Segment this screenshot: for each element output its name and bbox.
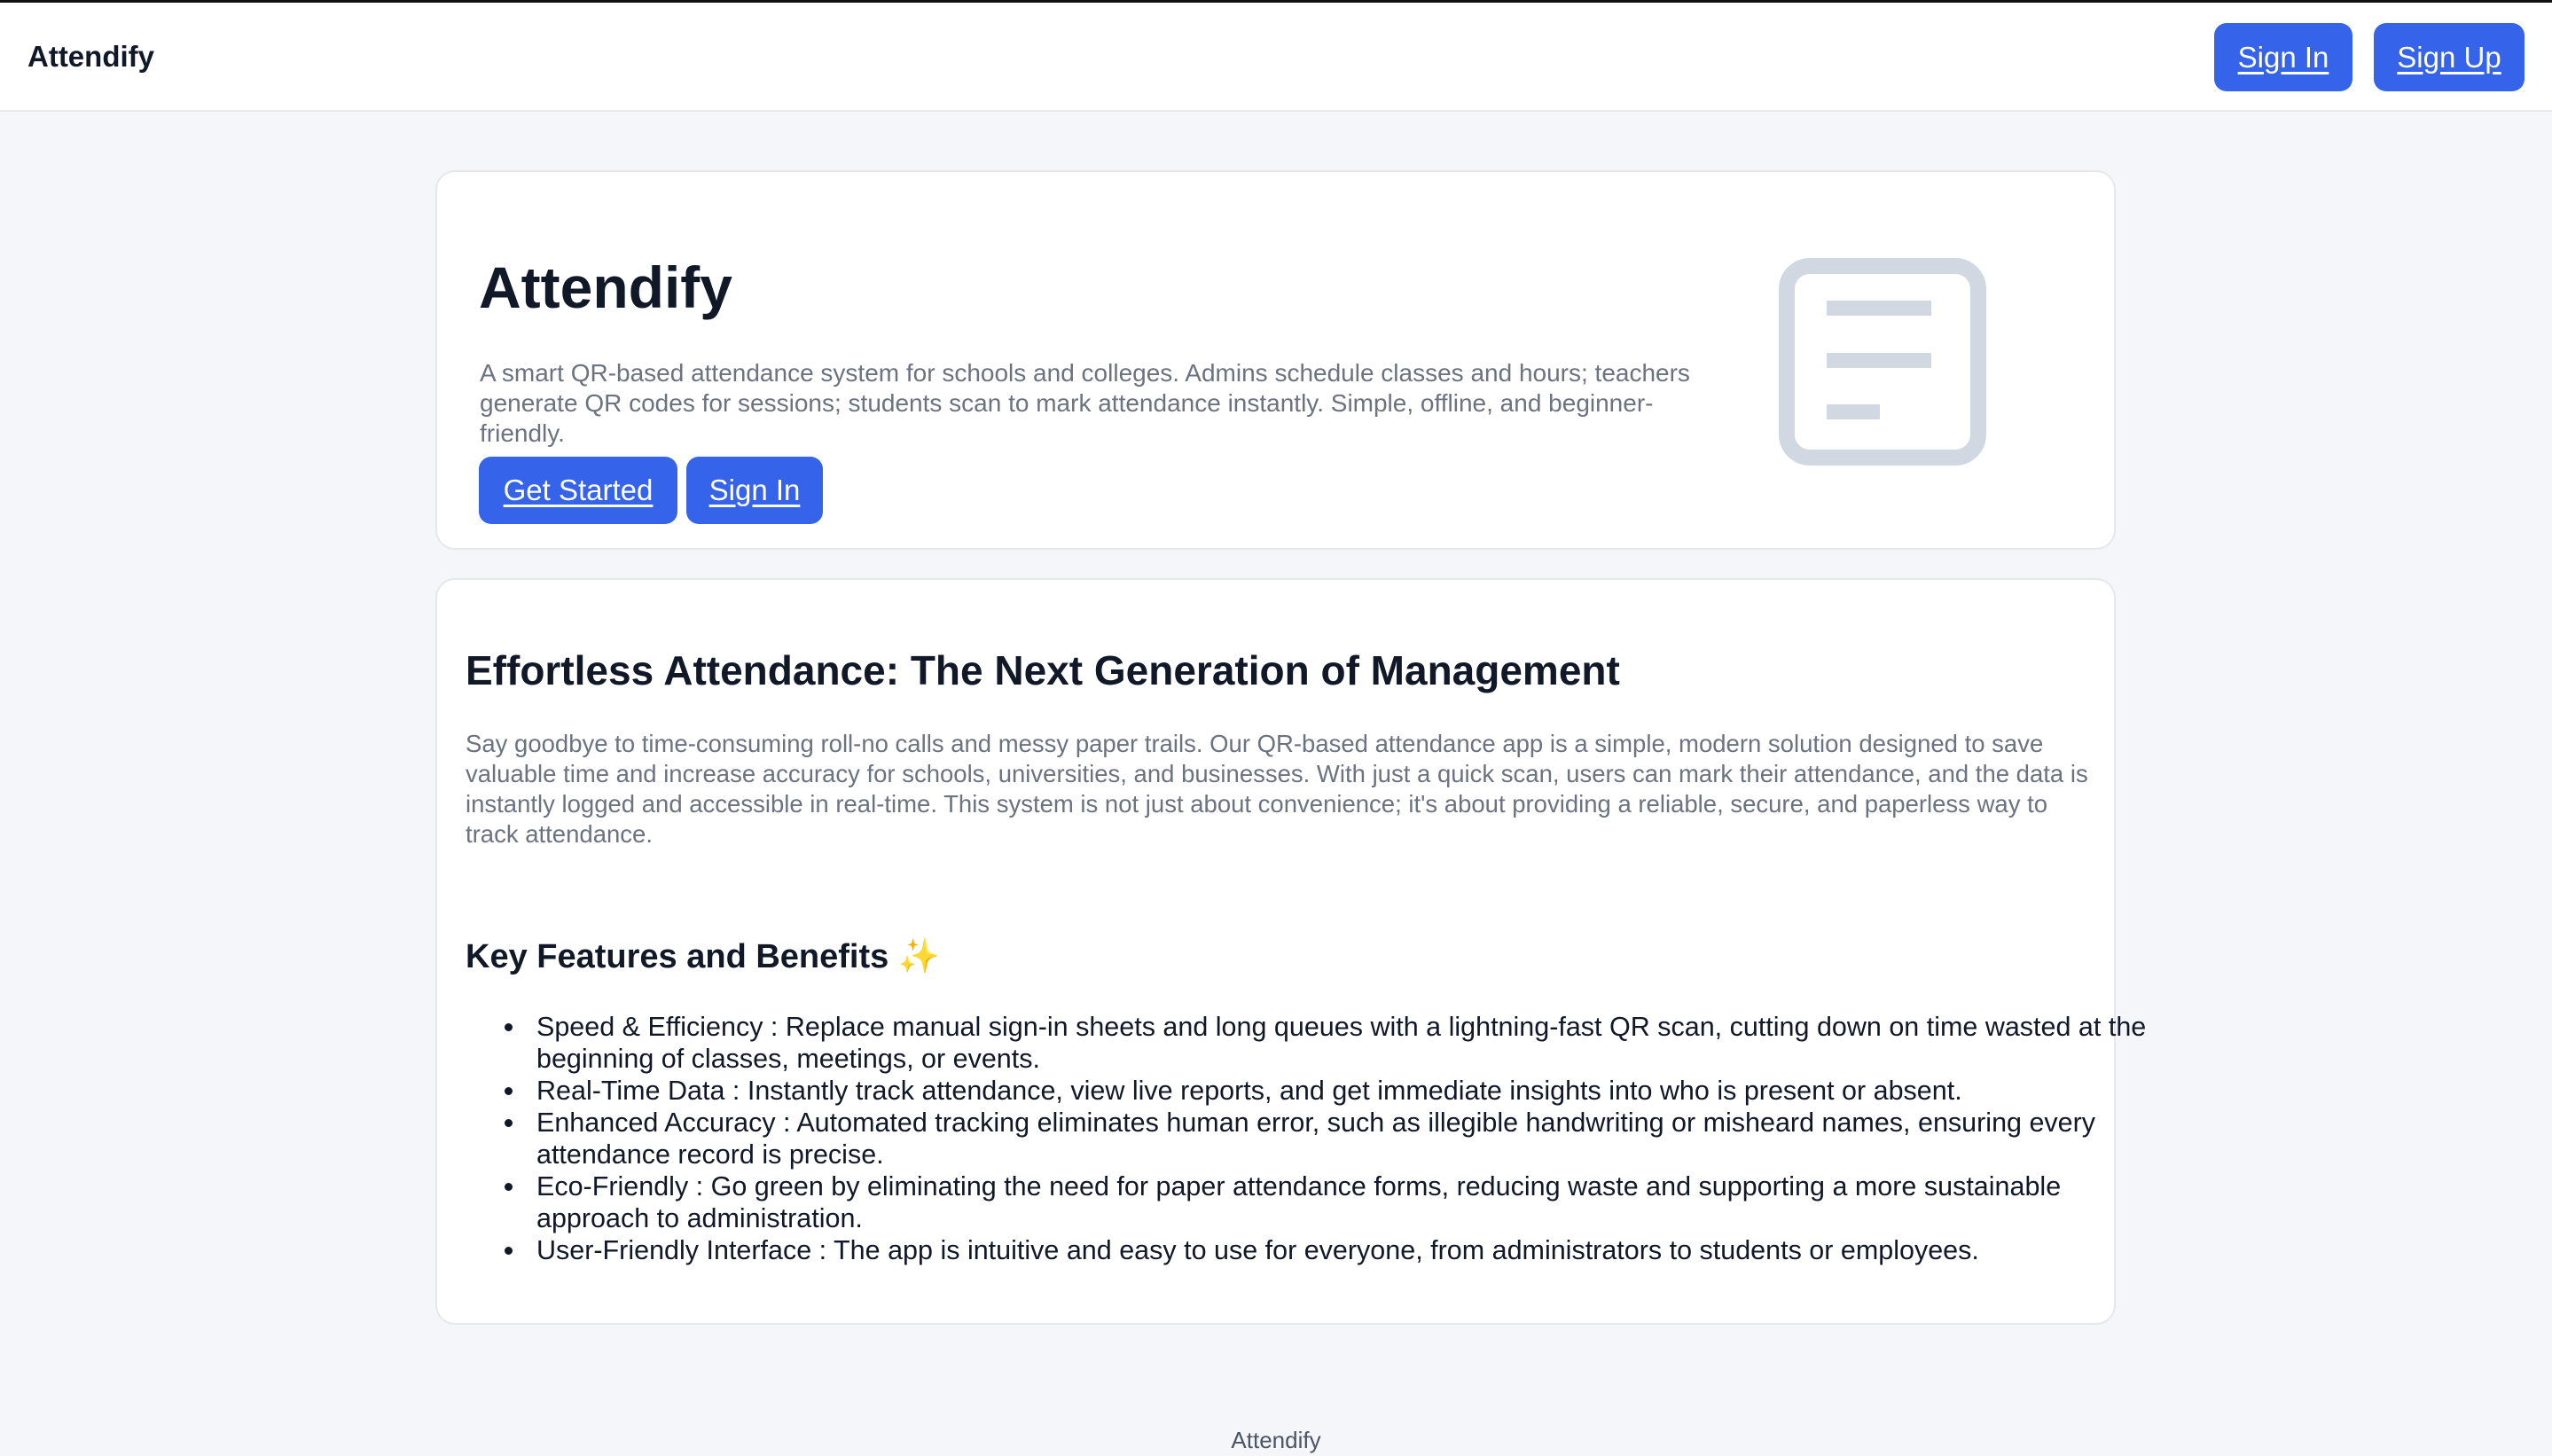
hero-description: A smart QR-based attendance system for s… [480,359,1690,447]
content-title: Effortless Attendance: The Next Generati… [466,647,1620,693]
features-list: Speed & Efficiency : Replace manual sign… [466,1011,2168,1266]
navbar: Attendify Sign In Sign Up [0,3,2552,112]
list-item: Real-Time Data : Instantly track attenda… [505,1075,2168,1107]
hero-card: Attendify A smart QR-based attendance sy… [435,170,2116,550]
list-item: User-Friendly Interface : The app is int… [505,1234,2168,1266]
footer-text: Attendify [1231,1427,1321,1453]
document-lines-icon [1776,255,1989,473]
hero-signin-button[interactable]: Sign In [686,457,823,524]
list-item: Eco-Friendly : Go green by eliminating t… [505,1170,2168,1234]
nav-signin-button[interactable]: Sign In [2214,23,2352,91]
features-heading-text: Key Features and Benefits [466,938,889,975]
brand-logo-text[interactable]: Attendify [27,39,154,74]
list-item: Speed & Efficiency : Replace manual sign… [505,1011,2168,1075]
hero-title: Attendify [479,254,732,320]
list-item: Enhanced Accuracy : Automated tracking e… [505,1107,2168,1170]
sparkles-icon: ✨ [897,938,941,975]
features-heading: Key Features and Benefits ✨ [466,936,940,977]
nav-signup-button[interactable]: Sign Up [2374,23,2525,91]
content-description: Say goodbye to time-consuming roll-no ca… [466,730,2088,848]
get-started-button[interactable]: Get Started [479,457,677,524]
content-card: Effortless Attendance: The Next Generati… [435,578,2146,1325]
